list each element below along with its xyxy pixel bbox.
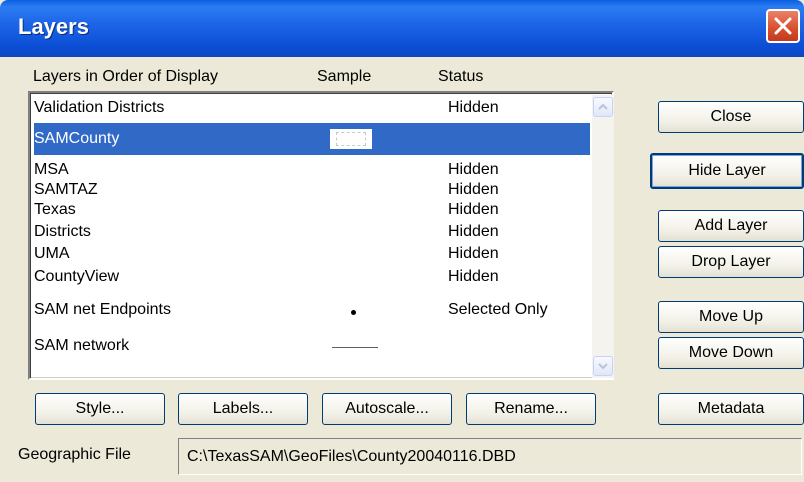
- layer-status: Selected Only: [448, 301, 548, 318]
- layer-row-msa[interactable]: MSA Hidden: [34, 161, 590, 181]
- labels-button[interactable]: Labels...: [178, 393, 308, 425]
- close-button[interactable]: Close: [658, 101, 804, 133]
- layer-row-samcounty[interactable]: SAMCounty: [34, 123, 590, 155]
- layer-row-sam-net-endpoints[interactable]: SAM net Endpoints Selected Only: [34, 298, 590, 322]
- list-scrollbar[interactable]: [592, 95, 614, 378]
- layer-status: Hidden: [448, 201, 499, 218]
- window-close-button[interactable]: [766, 9, 800, 43]
- layer-status: Hidden: [448, 99, 499, 116]
- header-status: Status: [438, 68, 484, 85]
- layer-status: Hidden: [448, 268, 499, 285]
- layer-name: SAMCounty: [34, 130, 120, 147]
- header-layers: Layers in Order of Display: [33, 68, 218, 85]
- sample-dot-icon: [351, 310, 356, 315]
- add-layer-button[interactable]: Add Layer: [658, 210, 804, 242]
- layer-status: Hidden: [448, 245, 499, 262]
- drop-layer-button[interactable]: Drop Layer: [658, 246, 804, 278]
- layer-name: Districts: [34, 223, 91, 240]
- sample-line-icon: [332, 347, 378, 348]
- layer-name: Validation Districts: [34, 99, 165, 116]
- layer-name: MSA: [34, 161, 69, 178]
- sample-dashed-box-icon: [330, 129, 372, 149]
- layer-row-countyview[interactable]: CountyView Hidden: [34, 268, 590, 288]
- style-button[interactable]: Style...: [35, 393, 165, 425]
- layer-name: SAM network: [34, 337, 130, 354]
- move-down-button[interactable]: Move Down: [658, 337, 804, 369]
- layer-row-samtaz[interactable]: SAMTAZ Hidden: [34, 181, 590, 201]
- layer-name: CountyView: [34, 268, 120, 285]
- layer-row-districts[interactable]: Districts Hidden: [34, 223, 590, 243]
- layer-name: UMA: [34, 245, 70, 262]
- title-bar: Layers: [0, 0, 804, 57]
- layer-status: Hidden: [448, 161, 499, 178]
- header-sample: Sample: [317, 68, 372, 85]
- layer-status: Hidden: [448, 223, 499, 240]
- layer-row-uma[interactable]: UMA Hidden: [34, 245, 590, 265]
- geographic-file-path: C:\TexasSAM\GeoFiles\County20040116.DBD: [178, 438, 802, 475]
- layer-status: Hidden: [448, 181, 499, 198]
- layer-row-validation-districts[interactable]: Validation Districts Hidden: [34, 99, 590, 121]
- metadata-button[interactable]: Metadata: [658, 393, 804, 425]
- scroll-down-button[interactable]: [593, 356, 613, 376]
- layer-name: Texas: [34, 201, 76, 218]
- hide-layer-button[interactable]: Hide Layer: [650, 153, 804, 189]
- layer-name: SAMTAZ: [34, 181, 98, 198]
- scroll-up-button[interactable]: [593, 97, 613, 117]
- geographic-file-label: Geographic File: [18, 446, 131, 463]
- layers-listbox[interactable]: Validation Districts Hidden SAMCounty MS…: [28, 91, 614, 380]
- autoscale-button[interactable]: Autoscale...: [322, 393, 452, 425]
- layer-name: SAM net Endpoints: [34, 301, 171, 318]
- rename-button[interactable]: Rename...: [466, 393, 596, 425]
- layer-row-texas[interactable]: Texas Hidden: [34, 201, 590, 221]
- window-title: Layers: [18, 14, 89, 39]
- layer-row-sam-network[interactable]: SAM network: [34, 334, 590, 358]
- move-up-button[interactable]: Move Up: [658, 301, 804, 333]
